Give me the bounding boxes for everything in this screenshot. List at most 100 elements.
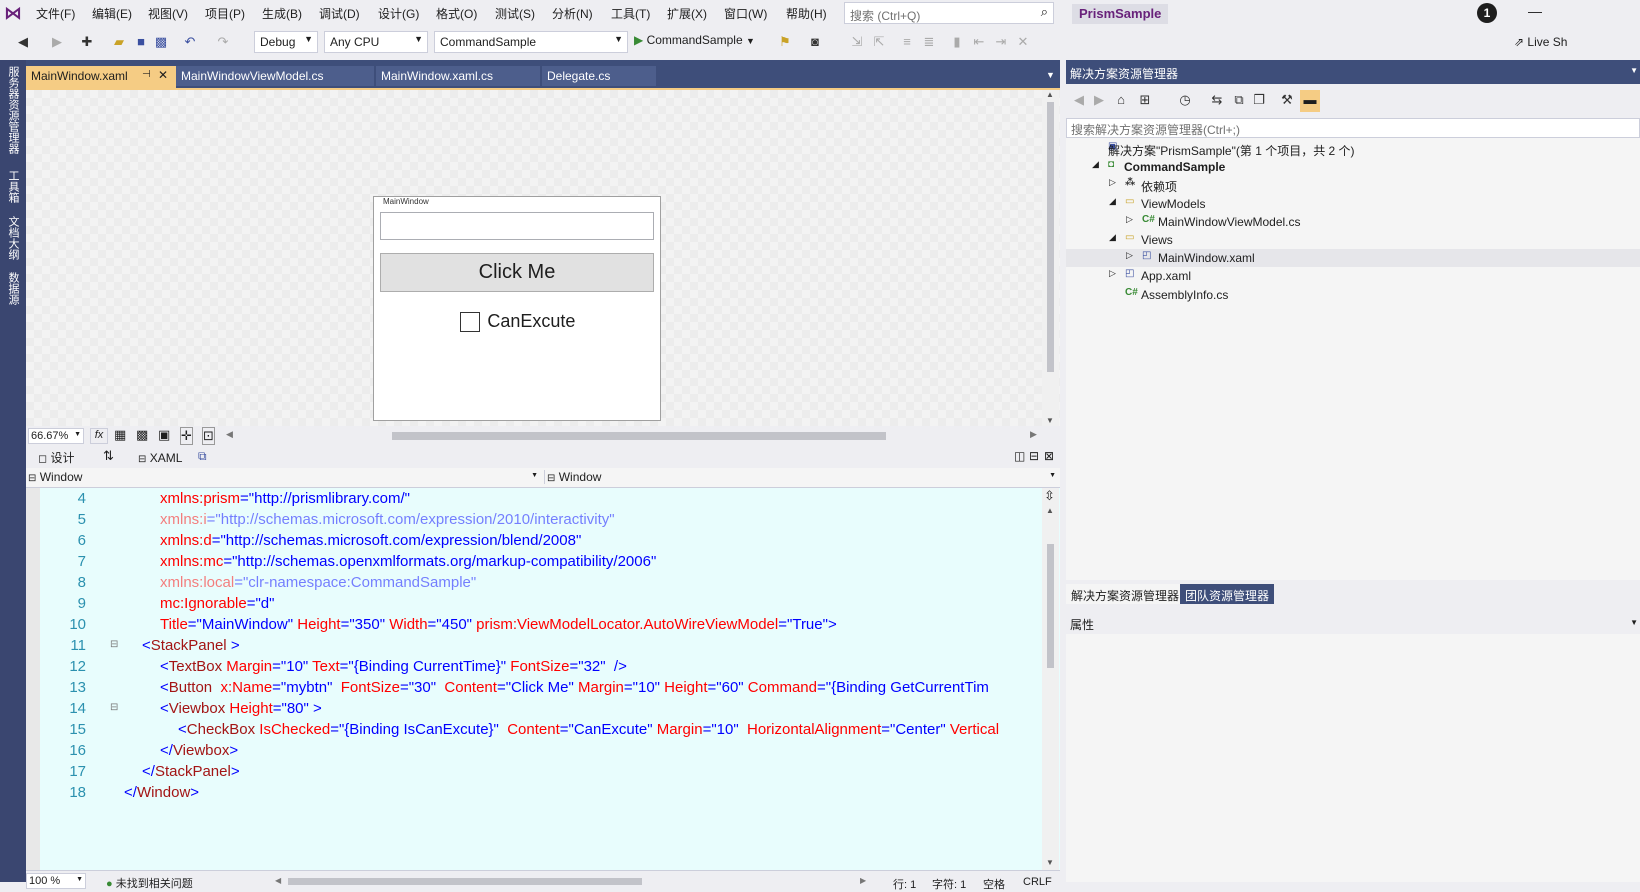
code-line[interactable]: <StackPanel > bbox=[142, 637, 240, 654]
next-bookmark-icon[interactable]: ⇥ bbox=[992, 34, 1010, 50]
menu-item-6[interactable]: 设计(G) bbox=[378, 5, 419, 22]
notification-badge[interactable]: 1 bbox=[1477, 3, 1497, 23]
open-folder-icon[interactable]: ▰ bbox=[110, 34, 128, 50]
code-line[interactable]: Title="MainWindow" Height="350" Width="4… bbox=[160, 616, 837, 633]
scroll-up-icon[interactable]: ▲ bbox=[1046, 506, 1054, 515]
menu-item-11[interactable]: 扩展(X) bbox=[667, 5, 707, 22]
collapse-pane-icon[interactable]: ⊠ bbox=[1044, 449, 1054, 463]
scroll-down-icon[interactable]: ▼ bbox=[1046, 858, 1054, 867]
preview-selected-icon[interactable]: ▬ bbox=[1300, 90, 1320, 112]
properties-wrench-icon[interactable]: ⚒ bbox=[1278, 92, 1296, 108]
save-all-icon[interactable]: ▩ bbox=[152, 34, 170, 50]
start-debug-button[interactable]: ▶ CommandSample ▼ bbox=[634, 33, 755, 47]
menu-item-0[interactable]: 文件(F) bbox=[36, 5, 75, 22]
expander-icon[interactable]: ▷ bbox=[1109, 177, 1116, 188]
designer-horizontal-scroll-thumb[interactable] bbox=[392, 432, 886, 440]
live-share-button[interactable]: ⇗ Live Sh bbox=[1514, 35, 1567, 49]
editor-zoom-dropdown[interactable]: 100 % ▼ bbox=[26, 873, 86, 889]
collapse-stackpanel-icon[interactable]: ⊟ bbox=[110, 639, 118, 650]
vs-logo-icon[interactable]: ⋈ bbox=[4, 3, 26, 23]
scroll-thumb[interactable] bbox=[1047, 544, 1054, 668]
menu-item-3[interactable]: 项目(P) bbox=[205, 5, 245, 22]
popout-xaml-icon[interactable]: ⧉ bbox=[198, 449, 207, 464]
preview-canexcute-checkbox[interactable]: CanExcute bbox=[460, 311, 575, 335]
startup-project-dropdown[interactable]: CommandSample ▼ bbox=[434, 31, 628, 53]
scroll-down-icon[interactable]: ▼ bbox=[1046, 416, 1054, 425]
search-input[interactable]: 搜索 (Ctrl+Q) bbox=[850, 7, 920, 24]
show-all-files-icon[interactable]: ❐ bbox=[1250, 92, 1268, 108]
chevron-down-icon[interactable]: ▼ bbox=[1630, 66, 1638, 75]
menu-item-5[interactable]: 调试(D) bbox=[319, 5, 360, 22]
solution-search-input[interactable]: 搜索解决方案资源管理器(Ctrl+;) bbox=[1066, 118, 1640, 138]
expander-icon[interactable]: ◢ bbox=[1109, 232, 1116, 243]
expander-icon[interactable]: ▷ bbox=[1126, 250, 1133, 261]
switch-views-icon[interactable]: ⊞ bbox=[1136, 92, 1154, 108]
code-vertical-scrollbar[interactable]: ⇳ ▲ ▼ bbox=[1042, 488, 1059, 870]
zoom-dropdown[interactable]: 66.67% ▼ bbox=[28, 428, 84, 444]
scroll-thumb[interactable] bbox=[1047, 102, 1054, 372]
code-line[interactable]: xmlns:prism="http://prismlibrary.com/" bbox=[160, 490, 410, 507]
tab-overflow-icon[interactable]: ▼ bbox=[1046, 70, 1055, 80]
new-project-icon[interactable]: ✚ bbox=[78, 34, 96, 50]
step-over-icon[interactable]: ⇱ bbox=[870, 34, 888, 50]
solution-tree-item[interactable]: ▣ 解决方案"PrismSample"(第 1 个项目，共 2 个) bbox=[1066, 140, 1640, 158]
bookmark-icon[interactable]: ▮ bbox=[948, 34, 966, 50]
home-icon[interactable]: ⌂ bbox=[1112, 92, 1130, 107]
pin-icon[interactable]: ⊣ bbox=[142, 69, 151, 80]
grid-icon[interactable]: ▦ bbox=[114, 427, 126, 443]
left-element-dropdown[interactable]: ⊟ Window ▼ bbox=[28, 470, 538, 484]
menu-item-2[interactable]: 视图(V) bbox=[148, 5, 188, 22]
line-indicator[interactable]: 行: 1 bbox=[893, 876, 916, 892]
collapse-viewbox-icon[interactable]: ⊟ bbox=[110, 702, 118, 713]
code-line[interactable]: xmlns:i="http://schemas.microsoft.com/ex… bbox=[160, 511, 615, 528]
pending-changes-icon[interactable]: ◷ bbox=[1176, 92, 1194, 108]
server-explorer-tab[interactable]: 服务器资源管理器 bbox=[5, 66, 21, 154]
project-code-icon[interactable]: ⊡ bbox=[202, 427, 215, 445]
vertical-split-icon[interactable]: ◫ bbox=[1014, 449, 1025, 463]
camera-icon[interactable]: ◙ bbox=[806, 34, 824, 49]
menu-item-8[interactable]: 测试(S) bbox=[495, 5, 535, 22]
solution-tree-item[interactable]: ▷ ⁂ 依赖项 bbox=[1066, 176, 1640, 194]
solution-tree-item[interactable]: C# AssemblyInfo.cs bbox=[1066, 286, 1640, 304]
design-view-tab[interactable]: ◻ 设计 bbox=[38, 449, 75, 466]
whitespace-indicator[interactable]: 空格 bbox=[983, 876, 1005, 892]
menu-item-13[interactable]: 帮助(H) bbox=[786, 5, 827, 22]
expander-icon[interactable]: ◢ bbox=[1109, 196, 1116, 207]
tab-team-explorer[interactable]: 团队资源管理器 bbox=[1180, 584, 1275, 604]
tab-delegate-cs[interactable]: Delegate.cs bbox=[542, 66, 656, 86]
chevron-down-icon[interactable]: ▼ bbox=[1630, 618, 1638, 627]
issues-indicator[interactable]: ● 未找到相关问题 bbox=[106, 875, 193, 891]
collapse-all-icon[interactable]: ⧉ bbox=[1230, 92, 1248, 108]
menu-item-9[interactable]: 分析(N) bbox=[552, 5, 593, 22]
code-line[interactable]: xmlns:mc="http://schemas.openxmlformats.… bbox=[160, 553, 656, 570]
code-line[interactable]: xmlns:local="clr-namespace:CommandSample… bbox=[160, 574, 476, 591]
solution-tree-item[interactable]: ◢ ▭ Views bbox=[1066, 231, 1640, 249]
comment-icon[interactable]: ≡ bbox=[898, 34, 916, 49]
tab-mainwindow-xaml[interactable]: MainWindow.xaml ⊣ ✕ bbox=[26, 66, 176, 88]
uncomment-icon[interactable]: ≣ bbox=[920, 34, 938, 50]
solution-tree-item[interactable]: ▷ ◰ App.xaml bbox=[1066, 267, 1640, 285]
sync-icon[interactable]: ⇆ bbox=[1208, 92, 1226, 108]
search-box[interactable]: 搜索 (Ctrl+Q) ⌕ bbox=[844, 2, 1054, 24]
designer-vertical-scrollbar[interactable]: ▲ ▼ bbox=[1042, 90, 1059, 434]
swap-panes-icon[interactable]: ⇅ bbox=[103, 448, 114, 464]
menu-item-10[interactable]: 工具(T) bbox=[611, 5, 650, 22]
expander-icon[interactable]: ▷ bbox=[1109, 268, 1116, 279]
snap-grid-icon[interactable]: ▩ bbox=[136, 427, 148, 443]
minimize-icon[interactable]: — bbox=[1528, 3, 1542, 19]
char-indicator[interactable]: 字符: 1 bbox=[932, 876, 966, 892]
xaml-view-tab[interactable]: ⊟ XAML bbox=[138, 451, 182, 465]
platform-dropdown[interactable]: Any CPU ▼ bbox=[324, 31, 428, 53]
forward-nav-icon[interactable]: ▶ bbox=[48, 34, 66, 50]
close-icon[interactable]: ✕ bbox=[158, 68, 168, 82]
solution-tree-item[interactable]: ◢ ◘ CommandSample bbox=[1066, 158, 1640, 176]
solution-tree-item[interactable]: ▷ ◰ MainWindow.xaml bbox=[1066, 249, 1640, 268]
solution-tree-item[interactable]: ▷ C# MainWindowViewModel.cs bbox=[1066, 213, 1640, 231]
right-element-dropdown[interactable]: ⊟ Window ▼ bbox=[544, 470, 1056, 484]
step-icon[interactable]: ⇲ bbox=[848, 34, 866, 50]
scroll-up-icon[interactable]: ▲ bbox=[1046, 90, 1054, 99]
code-line[interactable]: mc:Ignorable="d" bbox=[160, 595, 274, 612]
code-line[interactable]: <Button x:Name="mybtn" FontSize="30" Con… bbox=[160, 679, 989, 696]
expander-icon[interactable]: ▷ bbox=[1126, 214, 1133, 225]
code-line[interactable]: xmlns:d="http://schemas.microsoft.com/ex… bbox=[160, 532, 581, 549]
